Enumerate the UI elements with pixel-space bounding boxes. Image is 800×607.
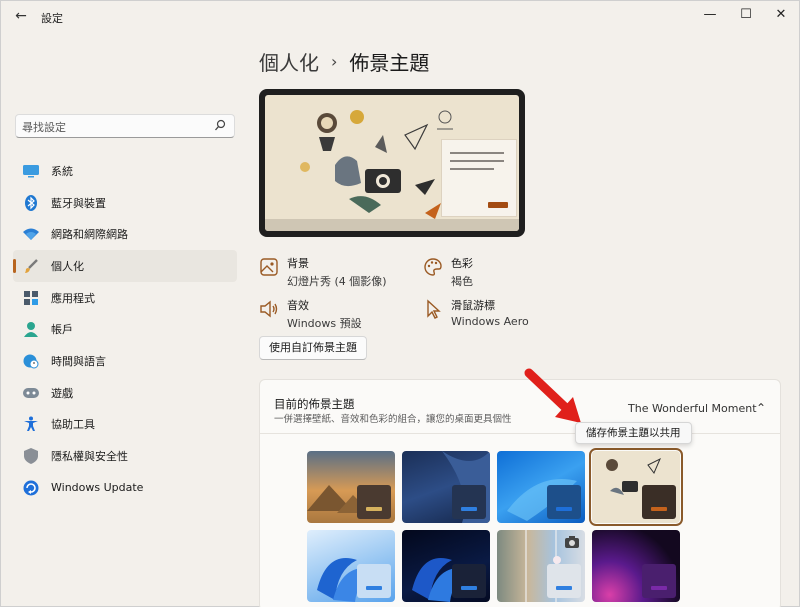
sidebar-item-time-language[interactable]: 時間與語言 bbox=[13, 345, 237, 377]
monitor-icon bbox=[23, 163, 39, 179]
breadcrumb: 個人化 › 佈景主題 bbox=[259, 47, 429, 76]
sidebar-item-personalization[interactable]: 個人化 bbox=[13, 250, 237, 282]
color-property[interactable]: 色彩 褐色 bbox=[423, 255, 473, 289]
sidebar-item-label: 網路和網際網路 bbox=[51, 228, 128, 242]
sound-value: Windows 預設 bbox=[287, 317, 362, 330]
sidebar-item-apps[interactable]: 應用程式 bbox=[13, 282, 237, 314]
breadcrumb-parent[interactable]: 個人化 bbox=[259, 47, 319, 76]
speaker-icon bbox=[260, 300, 278, 318]
minimize-button[interactable]: — bbox=[695, 5, 725, 25]
image-icon bbox=[260, 258, 278, 276]
current-theme-description: 一併選擇壁紙、音效和色彩的組合，讓您的桌面更具個性 bbox=[274, 414, 512, 425]
wifi-icon bbox=[23, 226, 39, 242]
cursor-property[interactable]: 滑鼠游標 Windows Aero bbox=[423, 297, 529, 328]
sidebar-item-label: 系統 bbox=[51, 164, 73, 178]
color-title: 色彩 bbox=[451, 257, 473, 270]
sidebar-item-accessibility[interactable]: 協助工具 bbox=[13, 409, 237, 441]
maximize-button[interactable]: ☐ bbox=[731, 5, 761, 25]
person-icon bbox=[23, 321, 39, 338]
theme-thumbnail-bloom-light[interactable] bbox=[307, 530, 395, 602]
preview-taskbar bbox=[265, 219, 519, 231]
theme-thumbnail-wonderful-moment[interactable] bbox=[589, 448, 683, 526]
current-theme-header[interactable]: 目前的佈景主題 一併選擇壁紙、音效和色彩的組合，讓您的桌面更具個性 The Wo… bbox=[260, 380, 780, 434]
background-property[interactable]: 背景 幻燈片秀 (4 個影像) bbox=[259, 255, 387, 289]
sidebar-item-label: 協助工具 bbox=[51, 418, 95, 432]
sound-property[interactable]: 音效 Windows 預設 bbox=[259, 297, 362, 331]
bluetooth-icon bbox=[23, 194, 39, 211]
sidebar-item-accounts[interactable]: 帳戶 bbox=[13, 313, 237, 345]
brush-icon bbox=[23, 258, 39, 274]
camera-icon bbox=[565, 536, 579, 548]
close-button[interactable]: ✕ bbox=[766, 5, 796, 25]
use-custom-theme-button[interactable]: 使用自訂佈景主題 bbox=[259, 336, 367, 360]
sidebar-item-label: 帳戶 bbox=[51, 323, 73, 337]
chevron-up-icon[interactable]: ⌃ bbox=[756, 401, 766, 415]
shield-icon bbox=[23, 448, 39, 465]
sidebar-item-label: 應用程式 bbox=[51, 291, 95, 305]
globe-clock-icon bbox=[23, 353, 39, 369]
theme-thumbnail-glow[interactable] bbox=[592, 530, 680, 602]
theme-thumbnail-bloom-dark[interactable] bbox=[402, 530, 490, 602]
sidebar-item-privacy[interactable]: 隱私權與安全性 bbox=[13, 440, 237, 472]
update-icon bbox=[23, 480, 39, 496]
settings-window: ← 設定 — ☐ ✕ 尋找設定 系統 藍牙與裝置 網路和網際網路 個人化 應用程… bbox=[0, 0, 800, 607]
sidebar-item-system[interactable]: 系統 bbox=[13, 155, 237, 187]
sound-title: 音效 bbox=[287, 299, 309, 312]
apps-icon bbox=[23, 290, 39, 306]
sidebar-item-label: 個人化 bbox=[51, 259, 84, 273]
sidebar-item-network[interactable]: 網路和網際網路 bbox=[13, 218, 237, 250]
search-box[interactable]: 尋找設定 bbox=[15, 114, 235, 138]
sidebar-item-bluetooth[interactable]: 藍牙與裝置 bbox=[13, 187, 237, 219]
sidebar-item-label: Windows Update bbox=[51, 481, 144, 495]
background-title: 背景 bbox=[287, 257, 309, 270]
sidebar-item-gaming[interactable]: 遊戲 bbox=[13, 377, 237, 409]
cursor-value: Windows Aero bbox=[451, 315, 529, 328]
theme-thumbnail-windows-dark[interactable] bbox=[402, 451, 490, 523]
palette-icon bbox=[424, 258, 442, 276]
sidebar-item-label: 時間與語言 bbox=[51, 354, 106, 368]
title-bar: ← 設定 — ☐ ✕ bbox=[1, 1, 799, 31]
theme-thumbnail-windows-light[interactable] bbox=[497, 451, 585, 523]
search-input[interactable]: 尋找設定 bbox=[22, 119, 66, 135]
preview-window bbox=[441, 139, 517, 217]
sidebar-item-windows-update[interactable]: Windows Update bbox=[13, 472, 237, 504]
theme-thumbnail-spotlight[interactable] bbox=[497, 530, 585, 602]
sidebar-item-label: 藍牙與裝置 bbox=[51, 196, 106, 210]
sidebar-item-label: 遊戲 bbox=[51, 386, 73, 400]
breadcrumb-separator: › bbox=[331, 52, 338, 71]
save-theme-tooltip: 儲存佈景主題以共用 bbox=[575, 422, 692, 444]
app-title: 設定 bbox=[41, 12, 63, 25]
theme-preview-wallpaper bbox=[265, 95, 519, 231]
sidebar-nav: 系統 藍牙與裝置 網路和網際網路 個人化 應用程式 帳戶 時間與語言 遊戲 協助… bbox=[13, 155, 237, 504]
gamepad-icon bbox=[23, 385, 39, 401]
theme-preview bbox=[259, 89, 525, 237]
cursor-icon bbox=[427, 299, 441, 319]
current-theme-value: The Wonderful Moment bbox=[628, 402, 757, 415]
accessibility-icon bbox=[23, 416, 39, 432]
theme-thumbnail-desert[interactable] bbox=[307, 451, 395, 523]
sidebar-item-label: 隱私權與安全性 bbox=[51, 450, 128, 464]
back-button[interactable]: ← bbox=[11, 7, 31, 25]
search-icon bbox=[215, 119, 226, 131]
red-arrow-annotation bbox=[524, 368, 581, 423]
background-value: 幻燈片秀 (4 個影像) bbox=[287, 275, 387, 288]
page-title: 佈景主題 bbox=[349, 51, 430, 75]
current-theme-title: 目前的佈景主題 bbox=[274, 397, 355, 411]
color-value: 褐色 bbox=[451, 275, 473, 288]
cursor-title: 滑鼠游標 bbox=[451, 299, 495, 312]
